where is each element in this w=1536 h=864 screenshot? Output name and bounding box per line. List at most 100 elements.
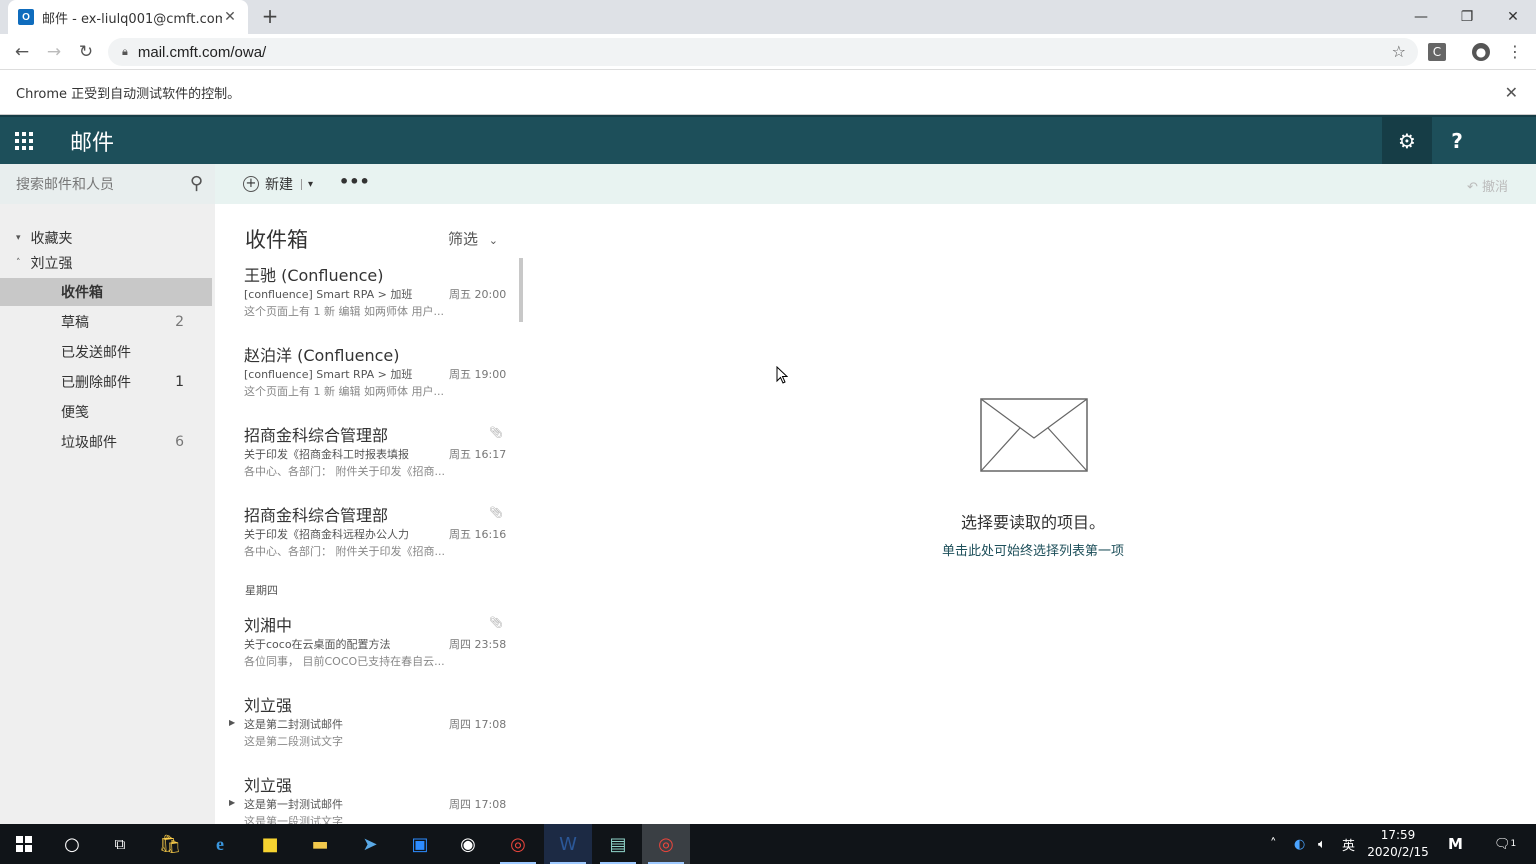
- minimize-button[interactable]: —: [1398, 0, 1444, 34]
- profile-avatar-icon[interactable]: ●: [1472, 43, 1490, 61]
- folder-drafts[interactable]: 草稿 2: [0, 308, 212, 336]
- file-explorer-icon[interactable]: ▬: [296, 824, 344, 864]
- bookmark-star-icon[interactable]: ☆: [1392, 42, 1406, 61]
- list-item[interactable]: 招商金科综合管理部 📎︎ 关于印发《招商金科远程办公人力 周五 16:16 各中…: [215, 502, 515, 582]
- new-message-button[interactable]: + 新建 ▾: [243, 174, 313, 194]
- chevron-down-icon: ⌄: [488, 234, 499, 247]
- search-icon[interactable]: ⚲: [190, 173, 203, 194]
- store-icon[interactable]: 🛍︎: [146, 824, 194, 864]
- list-item[interactable]: ▶ 刘立强 这是第二封测试邮件 周四 17:08 这是第二段测试文字: [215, 692, 515, 772]
- list-item[interactable]: 招商金科综合管理部 📎︎ 关于印发《招商金科工时报表填报 周五 16:17 各中…: [215, 422, 515, 502]
- message-preview: 各中心、各部门： 附件关于印发《招商...: [244, 465, 445, 478]
- new-tab-button[interactable]: +: [258, 5, 282, 29]
- plus-circle-icon: +: [243, 176, 259, 192]
- maximize-button[interactable]: ❐: [1444, 0, 1490, 34]
- chevron-up-icon[interactable]: ˄: [16, 258, 21, 268]
- folder-deleted[interactable]: 已删除邮件 1: [0, 368, 212, 396]
- command-bar: + 新建 ▾ ••• ↶ 撤消: [215, 164, 1536, 204]
- volume-icon[interactable]: 🔈︎: [1318, 824, 1326, 864]
- infobar-close-icon[interactable]: ✕: [1505, 83, 1518, 102]
- list-item[interactable]: 刘湘中 📎︎ 关于coco在云桌面的配置方法 周四 23:58 各位同事， 目前…: [215, 612, 515, 692]
- app-title: 邮件: [70, 131, 115, 156]
- select-first-item-link[interactable]: 单击此处可始终选择列表第一项: [530, 540, 1536, 559]
- expand-conversation-icon[interactable]: ▶: [229, 798, 235, 807]
- ime-indicator[interactable]: 英: [1342, 824, 1355, 864]
- message-subject: 关于印发《招商金科远程办公人力: [244, 528, 409, 541]
- tab-close-icon[interactable]: ✕: [222, 9, 238, 25]
- search-placeholder: 搜索邮件和人员: [16, 177, 114, 193]
- windows-start-icon[interactable]: [0, 824, 48, 864]
- mail-tray-icon[interactable]: M: [1448, 824, 1463, 864]
- message-preview: 这是第二段测试文字: [244, 735, 343, 748]
- list-item[interactable]: ▶ 刘立强 这是第一封测试邮件 周四 17:08 这是第一段测试文字: [215, 772, 515, 824]
- list-item[interactable]: 赵泊洋 (Confluence) [confluence] Smart RPA …: [215, 342, 515, 422]
- search-circle-icon[interactable]: ○: [48, 824, 96, 864]
- folder-count: 2: [175, 314, 184, 330]
- filter-button[interactable]: 筛选 ⌄: [448, 228, 498, 249]
- automation-infobar: Chrome 正受到自动测试软件的控制。 ✕: [0, 71, 1536, 115]
- folder-count: 1: [175, 374, 184, 390]
- folder-label: 草稿: [61, 315, 89, 331]
- undo-button[interactable]: ↶ 撤消: [1467, 176, 1508, 195]
- notification-center-icon[interactable]: 🗨︎ 1: [1494, 824, 1516, 864]
- message-preview: 各位同事， 目前COCO已支持在春自云...: [244, 655, 445, 668]
- search-input[interactable]: 搜索邮件和人员 ⚲: [0, 164, 215, 204]
- clock[interactable]: 17:59 2020/2/15: [1362, 827, 1434, 861]
- folder-label: 垃圾邮件: [61, 435, 117, 451]
- address-bar[interactable]: 🔒︎ mail.cmft.com/owa/ ☆: [108, 38, 1418, 66]
- reload-icon[interactable]: ↻: [74, 40, 98, 64]
- window-close-button[interactable]: ✕: [1490, 0, 1536, 34]
- favorites-node[interactable]: ▾ 收藏夹: [16, 228, 73, 248]
- tab-title: 邮件 - ex-liulq001@cmft.com: [42, 11, 222, 27]
- edge-icon[interactable]: e: [196, 824, 244, 864]
- app-launcher-icon[interactable]: [0, 117, 48, 164]
- new-dropdown-chevron-icon[interactable]: ▾: [301, 178, 313, 190]
- forward-icon[interactable]: →: [42, 40, 66, 64]
- help-icon[interactable]: ?: [1432, 117, 1482, 164]
- message-sender: 刘湘中: [244, 616, 293, 635]
- message-preview: 各中心、各部门： 附件关于印发《招商...: [244, 545, 445, 558]
- zoom-icon[interactable]: ▣: [396, 824, 444, 864]
- word-icon[interactable]: W: [544, 824, 592, 864]
- chrome-icon[interactable]: ◎: [494, 824, 542, 864]
- chrome-menu-icon[interactable]: ⋮: [1506, 43, 1524, 61]
- message-time: 周五 20:00: [449, 288, 507, 301]
- folder-sent[interactable]: 已发送邮件: [0, 338, 212, 366]
- more-actions-button[interactable]: •••: [339, 172, 370, 191]
- folder-label: 已发送邮件: [61, 345, 131, 361]
- tray-app-icon[interactable]: ◐: [1294, 824, 1305, 864]
- chrome-active-icon[interactable]: ◎: [642, 824, 690, 864]
- settings-gear-icon[interactable]: ⚙: [1382, 117, 1432, 164]
- message-subject: 关于印发《招商金科工时报表填报: [244, 448, 409, 461]
- chevron-down-icon[interactable]: ▾: [16, 233, 21, 243]
- infobar-text: Chrome 正受到自动测试软件的控制。: [16, 87, 241, 102]
- browser-tab[interactable]: O 邮件 - ex-liulq001@cmft.com ✕: [8, 0, 248, 34]
- windows-taskbar: ○ ⧉ 🛍︎ e ■ ▬ ➤ ▣ ◉ ◎ W ▤ ◎ ˄ ◐ 🔈︎ 英 17:5…: [0, 824, 1536, 864]
- message-subject: 关于coco在云桌面的配置方法: [244, 638, 391, 651]
- list-scrollbar[interactable]: [519, 258, 523, 322]
- account-node[interactable]: ˄ 刘立强: [16, 253, 73, 273]
- folder-notes[interactable]: 便笺: [0, 398, 212, 426]
- folder-count: 6: [175, 434, 184, 450]
- tray-chevron-icon[interactable]: ˄: [1270, 824, 1277, 864]
- filter-label: 筛选: [448, 230, 479, 248]
- message-time: 周五 19:00: [449, 368, 507, 381]
- folder-junk[interactable]: 垃圾邮件 6: [0, 428, 212, 456]
- group-header: 星期四: [245, 584, 278, 597]
- message-time: 周四 23:58: [449, 638, 507, 651]
- sticky-notes-icon[interactable]: ■: [246, 824, 294, 864]
- list-item[interactable]: 王驰 (Confluence) [confluence] Smart RPA >…: [215, 262, 515, 342]
- expand-conversation-icon[interactable]: ▶: [229, 718, 235, 727]
- folder-label: 收件箱: [61, 285, 103, 301]
- message-subject: [confluence] Smart RPA > 加班: [244, 368, 413, 381]
- telegram-icon[interactable]: ➤: [346, 824, 394, 864]
- app-window-icon[interactable]: ▤: [594, 824, 642, 864]
- list-header: 收件箱: [245, 228, 308, 252]
- task-view-icon[interactable]: ⧉: [96, 824, 144, 864]
- folder-inbox[interactable]: 收件箱: [0, 278, 212, 306]
- attachment-icon: 📎︎: [489, 616, 503, 629]
- photos-app-icon[interactable]: ◉: [444, 824, 492, 864]
- message-time: 周四 17:08: [449, 718, 507, 731]
- extension-icon[interactable]: C: [1428, 43, 1446, 61]
- back-icon[interactable]: ←: [10, 40, 34, 64]
